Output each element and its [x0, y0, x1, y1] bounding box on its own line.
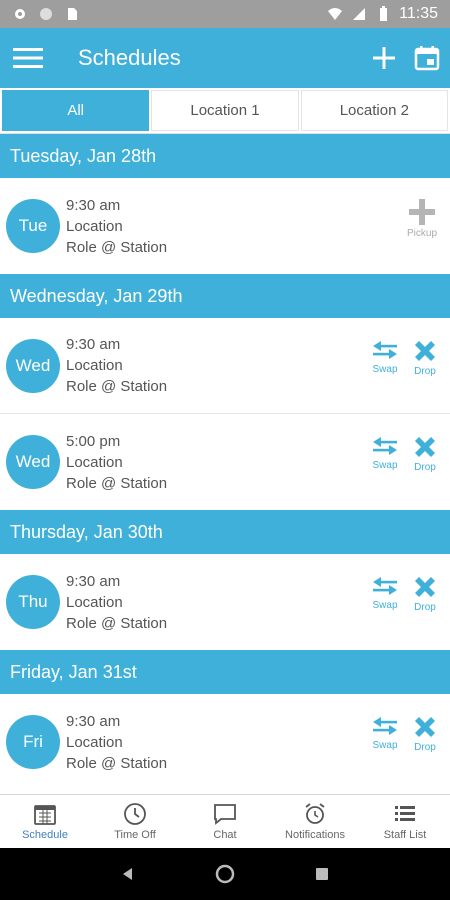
nav-staff-list[interactable]: Staff List [360, 795, 450, 848]
day-badge: Wed [6, 338, 60, 393]
tab-location-2[interactable]: Location 2 [300, 90, 448, 131]
pickup-button[interactable]: Pickup [404, 198, 440, 239]
day-header: Friday, Jan 31st [0, 650, 450, 694]
battery-icon [380, 6, 388, 21]
shift-location: Location [66, 453, 123, 471]
shift-item[interactable]: Tue 9:30 am Location Role @ Station Pick… [0, 178, 450, 274]
shift-item[interactable]: Wed 5:00 pm Location Role @ Station Swap… [0, 414, 450, 510]
shift-role: Role @ Station [66, 378, 168, 395]
drop-label: Drop [414, 602, 436, 613]
plus-icon [409, 199, 435, 225]
menu-button[interactable] [0, 28, 56, 88]
tab-location-1[interactable]: Location 1 [151, 90, 299, 131]
nav-label: Chat [213, 829, 237, 841]
status-time: 11:35 [399, 5, 438, 22]
close-icon [415, 577, 435, 597]
day-badge: Thu [6, 575, 60, 629]
nav-label: Staff List [383, 829, 427, 841]
day-header: Thursday, Jan 30th [0, 510, 450, 554]
swap-icon [373, 341, 397, 359]
shift-role: Role @ Station [66, 754, 168, 772]
drop-button[interactable]: Drop [410, 434, 440, 473]
bottom-nav: Schedule Time Off Chat Notifications Sta… [0, 794, 450, 848]
nav-notifications[interactable]: Notifications [270, 795, 360, 848]
nav-label: Schedule [22, 829, 68, 841]
drop-button[interactable]: Drop [410, 714, 440, 753]
shift-time: 9:30 am [66, 572, 121, 590]
nav-time-off[interactable]: Time Off [90, 795, 180, 848]
circle-icon [40, 8, 52, 20]
settings-icon [15, 9, 25, 19]
calendar-event-icon[interactable] [414, 45, 440, 71]
close-icon [415, 437, 435, 457]
nav-label: Time Off [114, 829, 156, 841]
back-icon[interactable] [120, 866, 136, 882]
drop-label: Drop [414, 366, 436, 377]
swap-label: Swap [372, 460, 398, 471]
location-tabs: All Location 1 Location 2 [0, 88, 450, 134]
sd-card-icon [68, 8, 77, 20]
drop-button[interactable]: Drop [410, 574, 440, 613]
schedule-list[interactable]: Tuesday, Jan 28th Tue 9:30 am Location R… [0, 134, 450, 794]
wifi-icon [328, 8, 343, 20]
shift-location: Location [66, 733, 123, 751]
swap-button[interactable]: Swap [370, 434, 400, 473]
swap-icon [373, 437, 397, 455]
clock-icon [124, 803, 146, 825]
nav-chat[interactable]: Chat [180, 795, 270, 848]
close-icon [415, 341, 435, 361]
swap-button[interactable]: Swap [370, 338, 400, 377]
nav-schedule[interactable]: Schedule [0, 795, 90, 848]
drop-label: Drop [414, 742, 436, 753]
shift-location: Location [66, 357, 123, 374]
calendar-icon [34, 805, 56, 825]
shift-location: Location [66, 217, 123, 235]
day-badge: Fri [6, 715, 60, 769]
status-bar: 11:35 [0, 0, 450, 28]
page-title: Schedules [78, 45, 181, 70]
system-nav-bar [0, 848, 450, 900]
shift-role: Role @ Station [66, 238, 168, 256]
shift-time: 9:30 am [66, 336, 121, 353]
swap-button[interactable]: Swap [370, 574, 400, 613]
app-bar: Schedules [0, 28, 450, 88]
shift-item[interactable]: Fri 9:30 am Location Role @ Station Swap… [0, 694, 450, 790]
day-badge: Tue [6, 199, 60, 253]
swap-label: Swap [372, 740, 398, 751]
day-header: Wednesday, Jan 29th [0, 274, 450, 318]
close-icon [415, 717, 435, 737]
shift-time: 5:00 pm [66, 432, 121, 450]
shift-role: Role @ Station [66, 614, 168, 632]
day-badge: Wed [6, 435, 60, 489]
swap-label: Swap [372, 364, 398, 375]
swap-label: Swap [372, 600, 398, 611]
shift-time: 9:30 am [66, 196, 121, 214]
swap-icon [373, 717, 397, 735]
alarm-icon [305, 803, 325, 824]
shift-time: 9:30 am [66, 712, 121, 730]
drop-button[interactable]: Drop [410, 338, 440, 377]
swap-icon [373, 577, 397, 595]
shift-location: Location [66, 593, 123, 611]
list-icon [395, 806, 415, 821]
shift-role: Role @ Station [66, 474, 168, 492]
pickup-label: Pickup [406, 228, 437, 239]
day-header: Tuesday, Jan 28th [0, 134, 450, 178]
tab-all[interactable]: All [2, 90, 150, 131]
shift-item[interactable]: Wed 9:30 am Location Role @ Station Swap… [0, 318, 450, 414]
add-icon[interactable] [372, 46, 396, 70]
chat-icon [214, 804, 236, 825]
signal-icon [353, 8, 366, 20]
nav-label: Notifications [285, 829, 345, 841]
shift-item[interactable]: Thu 9:30 am Location Role @ Station Swap… [0, 554, 450, 650]
drop-label: Drop [414, 462, 436, 473]
hamburger-icon [13, 48, 43, 68]
recents-icon[interactable] [314, 866, 330, 882]
swap-button[interactable]: Swap [370, 714, 400, 753]
home-icon[interactable] [215, 864, 235, 884]
